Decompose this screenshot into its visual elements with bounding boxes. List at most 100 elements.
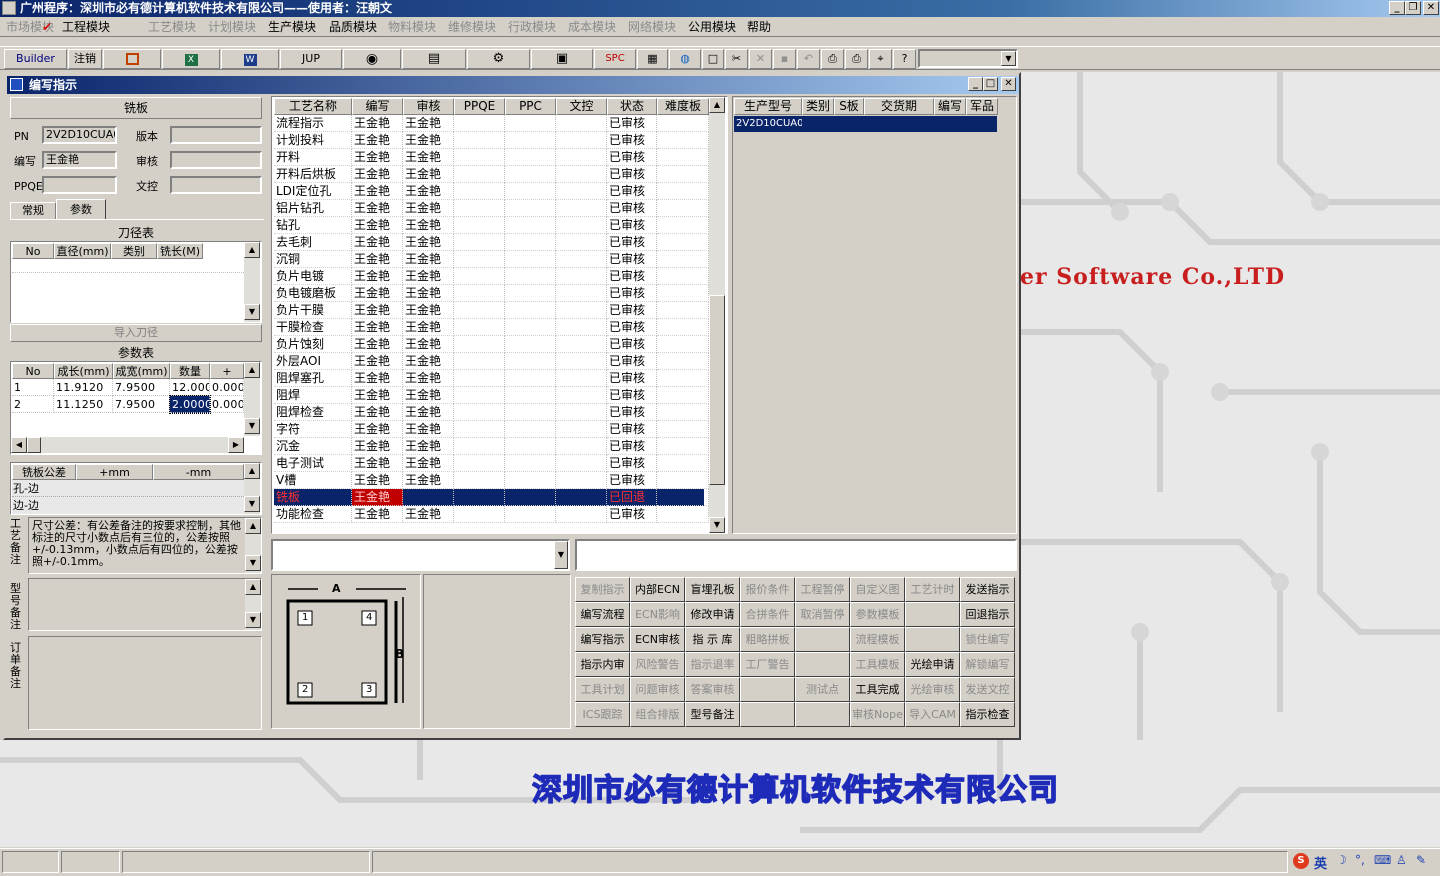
process-col-4[interactable]: PPC xyxy=(505,98,556,115)
action-button-1-4[interactable]: 取消暂停 xyxy=(795,602,850,627)
action-button-5-2[interactable]: 型号备注 xyxy=(685,702,740,727)
moon-icon[interactable]: ☽ xyxy=(1336,853,1347,867)
logout-button[interactable]: 注销 xyxy=(68,49,102,69)
param-col-plus[interactable]: + xyxy=(210,363,244,379)
action-button-0-2[interactable]: 盲埋孔板 xyxy=(685,577,740,602)
scroll-left-icon[interactable]: ◀ xyxy=(11,437,27,453)
param-cell-len[interactable]: 11.1250 xyxy=(54,396,113,413)
action-button-4-3[interactable] xyxy=(740,677,795,702)
param-table-hscroll[interactable]: ◀ ▶ xyxy=(11,437,244,453)
model-col-0[interactable]: 生产型号 xyxy=(734,98,802,115)
action-button-5-4[interactable] xyxy=(795,702,850,727)
action-button-2-7[interactable]: 锁住编写 xyxy=(960,627,1015,652)
action-button-4-1[interactable]: 问题审核 xyxy=(630,677,685,702)
process-col-3[interactable]: PPQE xyxy=(454,98,505,115)
process-row[interactable]: 阻焊塞孔 王金艳 王金艳 已审核 xyxy=(274,370,709,387)
tab-normal[interactable]: 常规 xyxy=(10,202,56,220)
tol-col-minus[interactable]: -mm xyxy=(153,464,244,480)
import-tools-button[interactable]: 导入刀径 xyxy=(10,324,262,342)
ime-language[interactable]: 英 xyxy=(1314,853,1327,872)
action-button-3-7[interactable]: 解锁编写 xyxy=(960,652,1015,677)
model-col-3[interactable]: 交货期 xyxy=(864,98,934,115)
action-button-0-3[interactable]: 报价条件 xyxy=(740,577,795,602)
action-button-3-1[interactable]: 风险警告 xyxy=(630,652,685,677)
process-row[interactable]: 沉金 王金艳 王金艳 已审核 xyxy=(274,438,709,455)
model-note-box[interactable]: ▲ ▼ xyxy=(28,578,262,631)
action-button-0-5[interactable]: 自定义图 xyxy=(850,577,905,602)
param-cell-no[interactable]: 1 xyxy=(12,379,54,396)
action-button-3-3[interactable]: 工厂警告 xyxy=(740,652,795,677)
ime-logo-icon[interactable]: S xyxy=(1293,853,1309,869)
action-button-4-5[interactable]: 工具完成 xyxy=(850,677,905,702)
pn-field[interactable]: 2V2D10CUA0 xyxy=(42,126,117,144)
scroll-up-icon[interactable]: ▲ xyxy=(244,362,260,378)
process-row[interactable]: 去毛刺 王金艳 王金艳 已审核 xyxy=(274,234,709,251)
find-button[interactable]: ⌖ xyxy=(869,49,892,69)
action-button-2-3[interactable]: 粗略拼板 xyxy=(740,627,795,652)
action-button-1-2[interactable]: 修改申请 xyxy=(685,602,740,627)
process-row[interactable]: 流程指示 王金艳 王金艳 已审核 xyxy=(274,115,709,132)
action-button-2-4[interactable] xyxy=(795,627,850,652)
scroll-up-icon[interactable]: ▲ xyxy=(244,463,260,479)
action-button-4-4[interactable]: 测试点 xyxy=(795,677,850,702)
undo-button[interactable]: ↶ xyxy=(797,49,820,69)
scroll-thumb[interactable] xyxy=(27,437,41,453)
process-row[interactable]: 负电镀磨板 王金艳 王金艳 已审核 xyxy=(274,285,709,302)
action-button-3-5[interactable]: 工具模板 xyxy=(850,652,905,677)
builder-button[interactable]: Builder xyxy=(4,49,67,69)
tool-col-length[interactable]: 铣长(M) xyxy=(157,243,203,259)
param-col-length[interactable]: 成长(mm) xyxy=(54,363,113,379)
tool-col-diameter[interactable]: 直径(mm) xyxy=(54,243,111,259)
action-button-1-6[interactable] xyxy=(905,602,960,627)
preview-button[interactable]: ⎙ xyxy=(821,49,844,69)
powerpoint-button[interactable] xyxy=(103,49,161,69)
print-button[interactable]: ⎙ xyxy=(845,49,868,69)
action-button-5-3[interactable] xyxy=(740,702,795,727)
param-cell-plus[interactable]: 0.000 xyxy=(210,396,244,413)
right-input[interactable] xyxy=(575,539,1017,571)
scroll-right-icon[interactable]: ▶ xyxy=(228,437,244,453)
author-field[interactable]: 王金艳 xyxy=(42,151,117,169)
process-row[interactable]: 开料 王金艳 王金艳 已审核 xyxy=(274,149,709,166)
process-row[interactable]: 外层AOI 王金艳 王金艳 已审核 xyxy=(274,353,709,370)
action-button-3-2[interactable]: 指示退率 xyxy=(685,652,740,677)
param-cell-qty[interactable]: 2.0000 xyxy=(169,395,211,414)
process-row[interactable]: 负片蚀刻 王金艳 王金艳 已审核 xyxy=(274,336,709,353)
process-col-6[interactable]: 状态 xyxy=(607,98,657,115)
tol-scrollbar[interactable]: ▲ ▼ xyxy=(244,463,260,514)
menu-item-5[interactable]: 品质模块 xyxy=(329,19,377,35)
menu-item-1[interactable]: 工程模块 ✔ xyxy=(42,19,110,35)
action-button-1-3[interactable]: 合拼条件 xyxy=(740,602,795,627)
scroll-up-icon[interactable]: ▲ xyxy=(709,97,725,113)
menu-item-11[interactable]: 公用模块 xyxy=(688,19,736,35)
process-col-2[interactable]: 审核 xyxy=(403,98,454,115)
tool-table-scrollbar[interactable]: ▲ ▼ xyxy=(244,242,260,322)
process-note-scrollbar[interactable]: ▲ ▼ xyxy=(245,518,261,573)
process-row[interactable]: 电子测试 王金艳 王金艳 已审核 xyxy=(274,455,709,472)
menu-item-7[interactable]: 维修模块 xyxy=(448,19,496,35)
network-button[interactable]: ⚙ xyxy=(467,49,530,69)
excel-button[interactable]: X xyxy=(162,49,220,69)
menu-item-12[interactable]: 帮助 xyxy=(747,19,771,35)
process-table-scrollbar[interactable]: ▲ ▼ xyxy=(709,97,725,533)
word-button[interactable]: W xyxy=(221,49,279,69)
process-col-0[interactable]: 工艺名称 xyxy=(274,98,352,115)
action-button-3-6[interactable]: 光绘申请 xyxy=(905,652,960,677)
action-button-4-7[interactable]: 发送文控 xyxy=(960,677,1015,702)
action-button-0-0[interactable]: 复制指示 xyxy=(575,577,630,602)
child-restore-button[interactable]: □ xyxy=(983,77,998,91)
scroll-thumb[interactable] xyxy=(709,295,725,485)
eye-button[interactable]: ◉ xyxy=(343,49,401,69)
scroll-up-icon[interactable]: ▲ xyxy=(245,518,261,534)
scroll-up-icon[interactable]: ▲ xyxy=(244,242,260,258)
toolbar-combo[interactable]: ▼ xyxy=(918,49,1018,68)
version-field[interactable] xyxy=(170,126,262,144)
scroll-down-icon[interactable]: ▼ xyxy=(245,612,261,628)
action-button-5-7[interactable]: 指示检查 xyxy=(960,702,1015,727)
chevron-down-icon[interactable]: ▼ xyxy=(554,541,568,569)
param-cell-len[interactable]: 11.9120 xyxy=(54,379,113,396)
calculator-button[interactable]: ▦ xyxy=(637,49,668,69)
scroll-down-icon[interactable]: ▼ xyxy=(244,304,260,320)
action-button-5-6[interactable]: 导入CAM xyxy=(905,702,960,727)
param-cell-wid[interactable]: 7.9500 xyxy=(113,379,170,396)
